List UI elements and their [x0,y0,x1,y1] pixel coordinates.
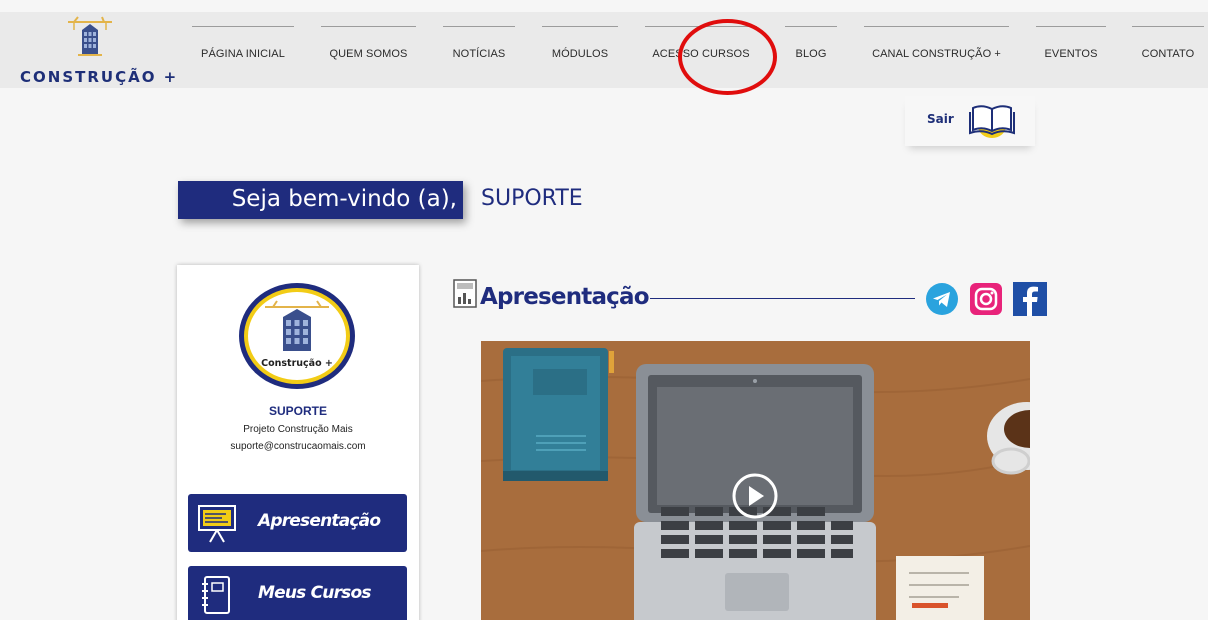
nav-label[interactable]: PÁGINA INICIAL [192,48,294,60]
logout-link[interactable]: Sair [927,112,954,126]
profile-email: suporte@construcaomais.com [230,441,366,452]
nav-label[interactable]: QUEM SOMOS [321,48,416,60]
nav-label[interactable]: MÓDULOS [542,48,618,60]
nav-eventos[interactable]: EVENTOS [1036,12,1106,88]
nav-label[interactable]: CANAL CONSTRUÇÃO + [864,48,1009,60]
nav-noticias[interactable]: NOTÍCIAS [443,12,515,88]
presentation-video-player[interactable] [481,341,1030,620]
nav-label[interactable]: ACESSO CURSOS [645,48,757,60]
facebook-icon[interactable] [1013,282,1047,316]
nav-pagina-inicial[interactable]: PÁGINA INICIAL [192,12,294,88]
section-divider [650,298,915,299]
sidebar-button-label: Apresentação [258,511,381,531]
document-chart-icon [453,279,477,308]
nav-label[interactable]: CONTATO [1132,48,1204,60]
welcome-banner: Seja bem-vindo (a), [178,181,463,219]
nav-label[interactable]: BLOG [785,48,837,60]
nav-blog[interactable]: BLOG [785,12,837,88]
sidebar-meus-cursos-button[interactable]: Meus Cursos [188,566,407,620]
video-thumbnail [481,341,1030,620]
open-book-icon[interactable] [967,100,1017,140]
top-navigation-bar: CONSTRUÇÃO + PÁGINA INICIAL QUEM SOMOS N… [0,12,1208,88]
account-panel: Sair [905,96,1035,146]
section-title: Apresentação [480,284,650,310]
profile-name: SUPORTE [268,404,327,418]
site-logo[interactable]: CONSTRUÇÃO + [16,16,176,86]
nav-modulos[interactable]: MÓDULOS [542,12,618,88]
brand-name: CONSTRUÇÃO + [20,68,179,86]
presentation-board-icon [198,505,236,543]
nav-acesso-cursos[interactable]: ACESSO CURSOS [645,12,757,88]
profile-card: Construção + SUPORTE Projeto Construção … [177,265,419,620]
nav-canal-construcao[interactable]: CANAL CONSTRUÇÃO + [864,12,1009,88]
telegram-icon[interactable] [925,282,959,316]
nav-quem-somos[interactable]: QUEM SOMOS [321,12,416,88]
avatar: Construção + [239,283,355,389]
nav-contato[interactable]: CONTATO [1132,12,1204,88]
notebook-icon [202,576,230,614]
building-logo-icon [68,16,112,56]
welcome-user-name: SUPORTE [481,186,583,211]
sidebar-apresentacao-button[interactable]: Apresentação [188,494,407,552]
nav-label[interactable]: NOTÍCIAS [443,48,515,60]
sidebar-button-label: Meus Cursos [258,583,371,603]
nav-label[interactable]: EVENTOS [1036,48,1106,60]
avatar-brand-text: Construção + [261,358,333,369]
welcome-greeting: Seja bem-vindo (a), [231,186,457,212]
instagram-icon[interactable] [969,282,1003,316]
profile-organization: Projeto Construção Mais [243,424,353,435]
